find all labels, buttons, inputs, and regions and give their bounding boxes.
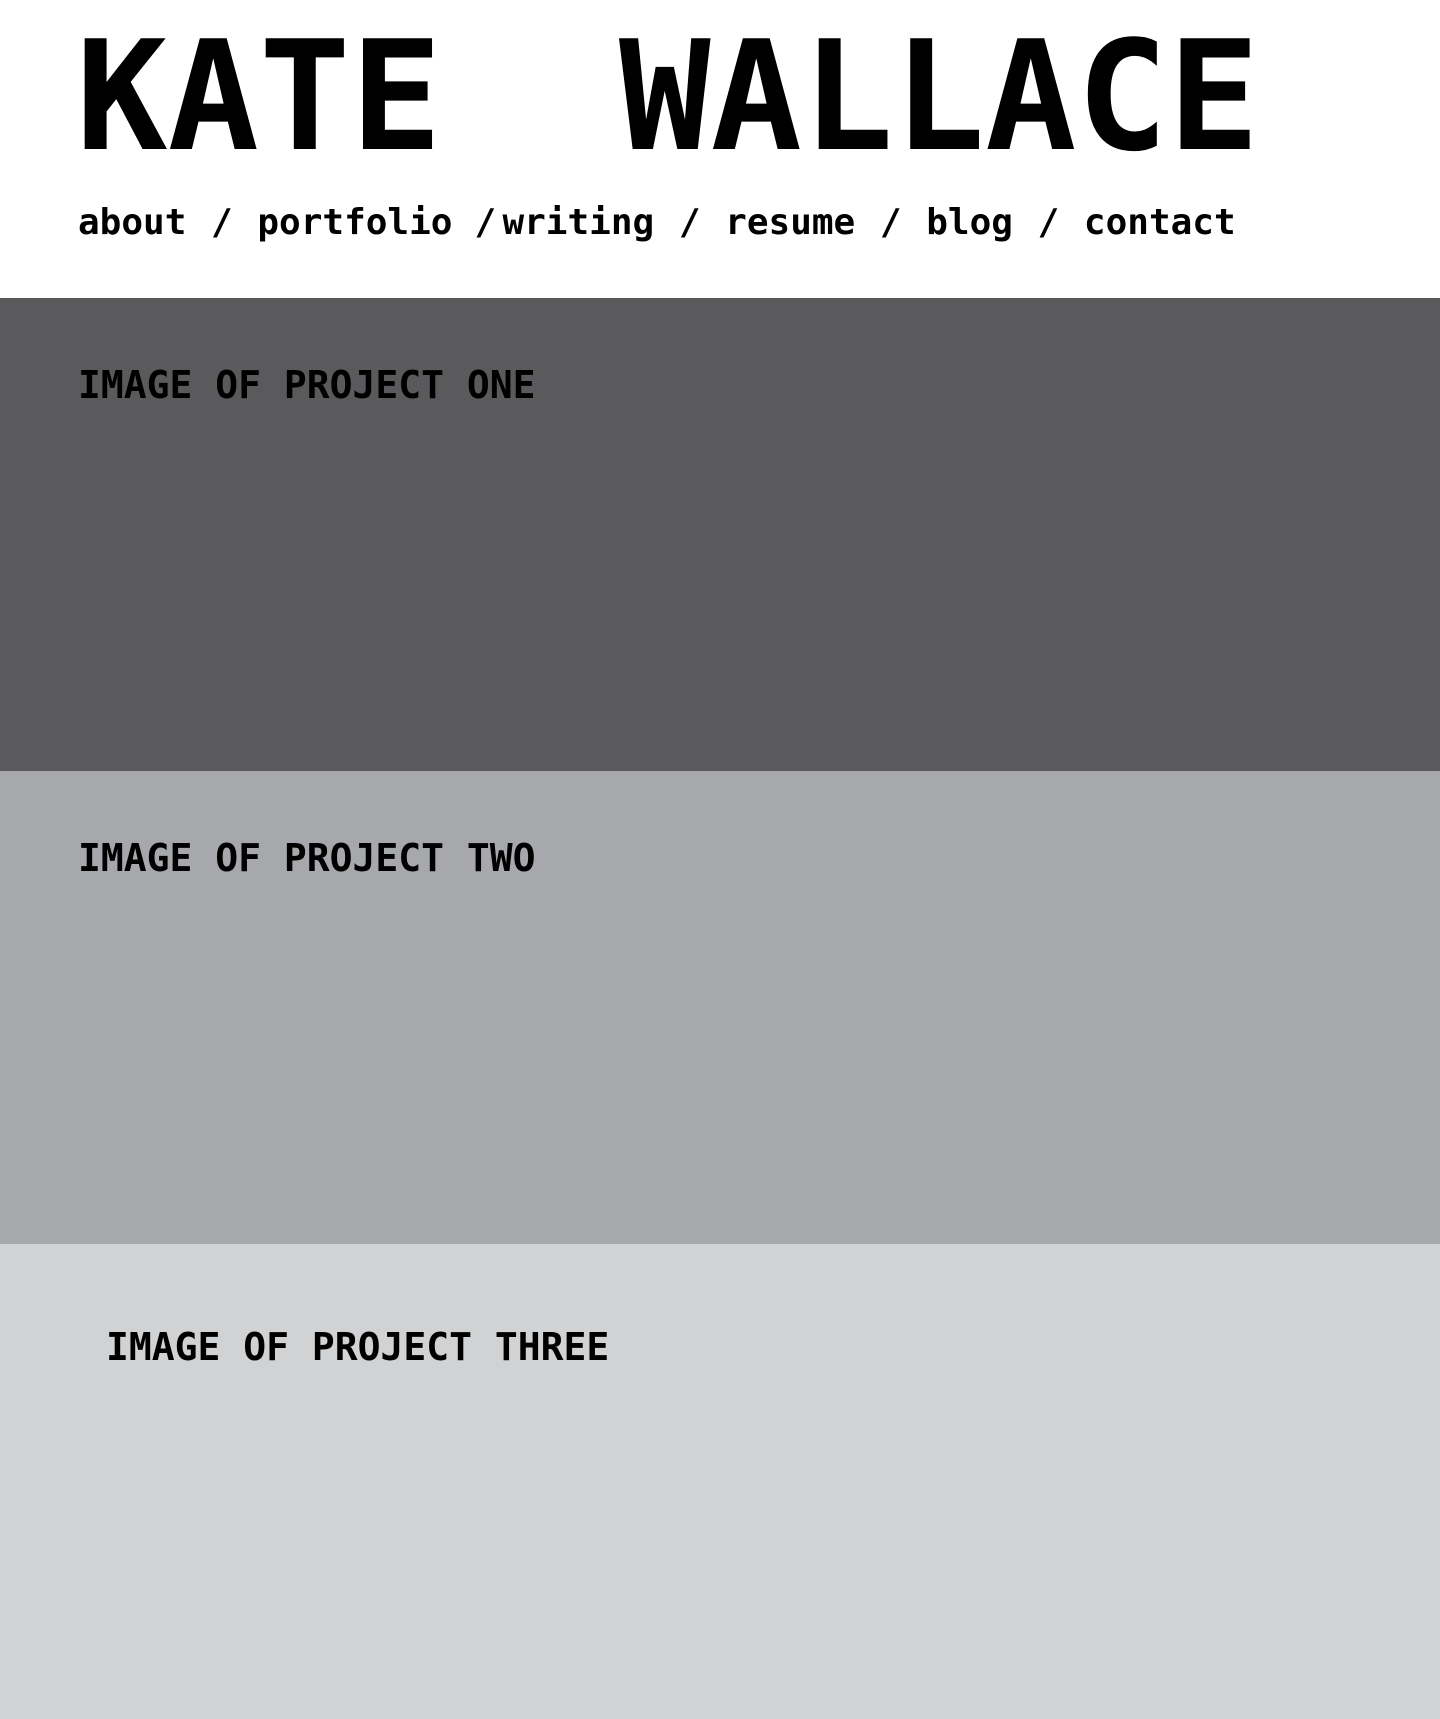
nav-link-writing[interactable]: writing [502,200,654,246]
site-title-first-name: KATE [76,8,443,185]
nav-link-contact[interactable]: contact [1084,200,1236,246]
project-one-caption: IMAGE OF PROJECT ONE [78,363,536,407]
site-title[interactable]: KATE WALLACE [76,8,1364,185]
nav-separator: / [211,202,233,243]
nav-separator: / [879,202,902,243]
nav-link-portfolio[interactable]: portfolio [257,200,452,246]
nav-separator: / [474,202,497,243]
project-two-caption: IMAGE OF PROJECT TWO [78,836,536,880]
main-nav: about / portfolio / writing / resume / b… [78,200,1236,246]
project-three-image[interactable]: IMAGE OF PROJECT THREE [0,1244,1440,1719]
site-header: KATE WALLACE about / portfolio / writing … [0,0,1440,298]
project-two-image[interactable]: IMAGE OF PROJECT TWO [0,771,1440,1244]
nav-separator: / [678,202,701,243]
portfolio-projects: IMAGE OF PROJECT ONE IMAGE OF PROJECT TW… [0,298,1440,1719]
project-one-image[interactable]: IMAGE OF PROJECT ONE [0,298,1440,771]
project-three-caption: IMAGE OF PROJECT THREE [106,1325,610,1369]
nav-separator: / [1037,202,1060,243]
nav-link-about[interactable]: about [78,200,186,246]
nav-link-resume[interactable]: resume [725,200,855,246]
site-title-last-name: WALLACE [619,8,1260,185]
nav-link-blog[interactable]: blog [926,200,1013,246]
